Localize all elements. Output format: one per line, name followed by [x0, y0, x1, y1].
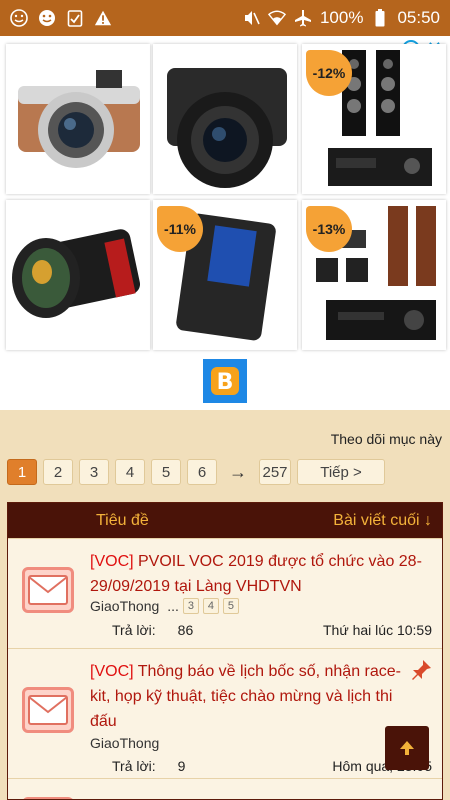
thread-title-link[interactable]: [VOC] Thông báo về lịch bốc số, nhận rac… — [90, 659, 402, 734]
thread-meta: GiaoThong — [90, 735, 159, 751]
follow-forum-link[interactable]: Theo dõi mục này — [331, 431, 442, 447]
ad-product-tile[interactable]: -13% — [302, 200, 446, 350]
advertisement[interactable]: i ✕ -12% — [0, 36, 450, 410]
page-button-6[interactable]: 6 — [187, 459, 217, 485]
thread-row[interactable] — [8, 778, 442, 799]
discount-badge: -11% — [157, 206, 203, 252]
page-ellipsis: ... — [167, 598, 179, 614]
battery-icon — [371, 9, 389, 27]
battery-percent: 100% — [319, 8, 364, 27]
envelope-icon — [22, 567, 74, 613]
mute-icon — [242, 9, 260, 27]
page-button-1[interactable]: 1 — [7, 459, 37, 485]
ad-product-tile[interactable] — [153, 44, 297, 194]
page-button-3[interactable]: 3 — [79, 459, 109, 485]
svg-text:B: B — [217, 370, 234, 395]
ad-product-tile[interactable] — [6, 200, 150, 350]
reply-label: Trả lời: — [112, 758, 156, 774]
ad-product-tile[interactable]: -12% — [302, 44, 446, 194]
thread-author[interactable]: GiaoThong — [90, 735, 159, 751]
discount-badge: -13% — [306, 206, 352, 252]
back-to-top-button[interactable] — [385, 726, 429, 770]
warning-icon — [94, 9, 112, 27]
thread-list: Tiêu đề Bài viết cuối ↓ [VOC] PVOIL VOC … — [7, 502, 443, 800]
thread-prefix: [VOC] — [90, 663, 134, 680]
reply-value: 86 — [177, 622, 194, 638]
clock: 05:50 — [397, 8, 440, 27]
thread-page-link[interactable]: 3 — [182, 598, 199, 614]
page-button-4[interactable]: 4 — [115, 459, 145, 485]
reply-label: Trả lời: — [112, 622, 156, 638]
reply-value: 9 — [177, 758, 186, 774]
cine-lens-image — [12, 229, 141, 318]
emoji-icon — [38, 9, 56, 27]
camera-black-image — [167, 68, 287, 188]
thread-page-link[interactable]: 5 — [222, 598, 239, 614]
thread-title: PVOIL VOC 2019 được tổ chức vào 28-29/09… — [90, 553, 422, 595]
airplane-icon — [294, 9, 312, 27]
thread-meta: GiaoThong ... 3 4 5 — [90, 598, 239, 614]
page-jump-arrow-icon[interactable]: → — [223, 462, 253, 483]
page-button-2[interactable]: 2 — [43, 459, 73, 485]
pin-icon — [412, 659, 432, 686]
thread-author[interactable]: GiaoThong — [90, 598, 159, 614]
page-button-last[interactable]: 257 — [259, 459, 291, 485]
thread-title: Thông báo về lịch bốc số, nhận race-kit,… — [90, 663, 401, 730]
ad-product-tile[interactable] — [6, 44, 150, 194]
ad-product-tile[interactable]: -11% — [153, 200, 297, 350]
pagination: 1 2 3 4 5 6 → 257 Tiếp > — [7, 459, 385, 485]
ad-brand-logo[interactable]: B — [203, 359, 247, 403]
wifi-icon — [267, 9, 286, 27]
envelope-icon — [22, 687, 74, 733]
smiley-face-icon — [10, 9, 28, 27]
clipboard-check-icon — [66, 9, 84, 27]
reply-count: Trả lời: 86 — [112, 622, 193, 638]
column-header-last-post[interactable]: Bài viết cuối ↓ — [333, 512, 432, 530]
page-button-5[interactable]: 5 — [151, 459, 181, 485]
status-bar: 100% 05:50 — [0, 0, 450, 36]
reply-count: Trả lời: 9 — [112, 758, 185, 774]
brand-logo-icon: B — [211, 367, 239, 395]
thread-prefix: [VOC] — [90, 553, 134, 570]
discount-badge: -12% — [306, 50, 352, 96]
camera-silver-image — [18, 70, 140, 168]
arrow-up-icon — [400, 741, 414, 755]
thread-row[interactable]: [VOC] Thông báo về lịch bốc số, nhận rac… — [8, 648, 442, 778]
thread-page-link[interactable]: 4 — [202, 598, 219, 614]
column-header-title[interactable]: Tiêu đề — [96, 512, 149, 530]
last-post-time[interactable]: Thứ hai lúc 10:59 — [323, 622, 432, 638]
next-page-button[interactable]: Tiếp > — [297, 459, 385, 485]
thread-list-header: Tiêu đề Bài viết cuối ↓ — [8, 503, 442, 538]
thread-title-link[interactable]: [VOC] PVOIL VOC 2019 được tổ chức vào 28… — [90, 549, 430, 599]
thread-row[interactable]: [VOC] PVOIL VOC 2019 được tổ chức vào 28… — [8, 538, 442, 648]
